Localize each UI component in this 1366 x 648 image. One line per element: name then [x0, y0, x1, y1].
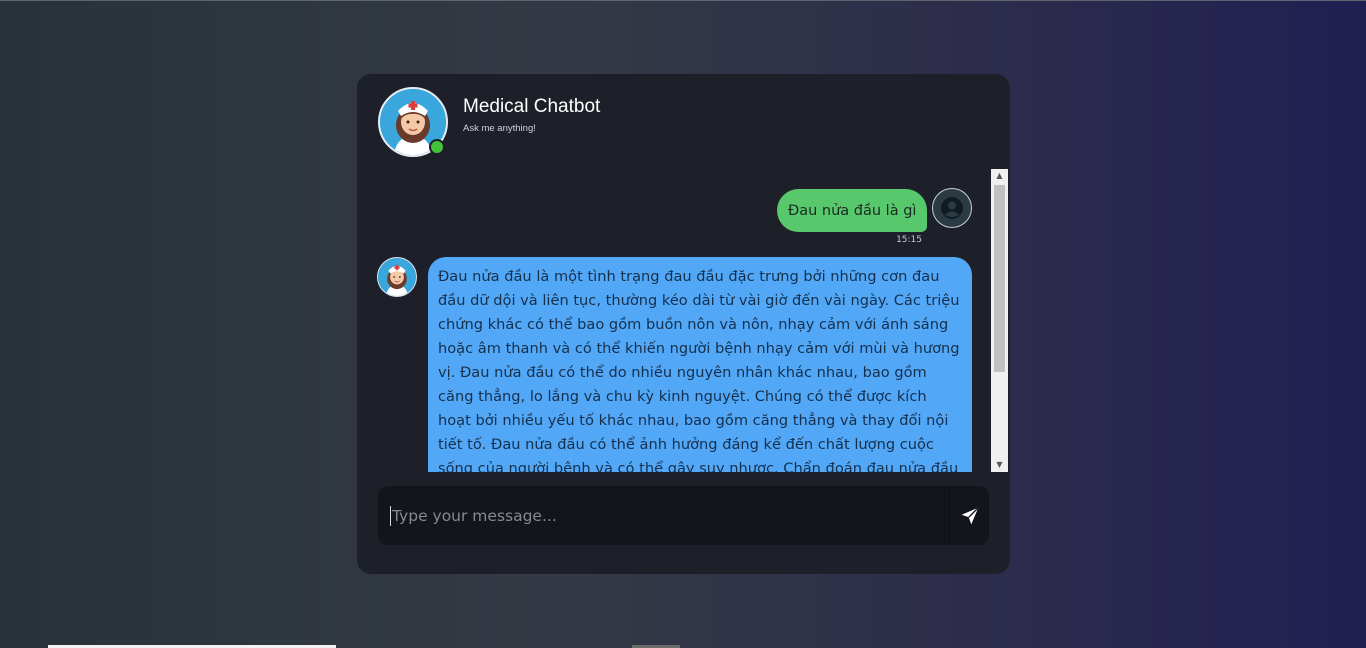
chat-subtitle: Ask me anything! — [463, 123, 536, 134]
user-icon — [941, 197, 963, 219]
chat-title: Medical Chatbot — [463, 96, 601, 117]
message-composer — [378, 486, 989, 545]
send-icon — [961, 506, 979, 524]
nurse-avatar-icon — [378, 258, 416, 296]
send-button[interactable] — [949, 486, 989, 545]
message-scrollbar[interactable]: ▲ ▼ — [991, 169, 1008, 472]
scroll-up-arrow-icon[interactable]: ▲ — [991, 169, 1008, 183]
message-list[interactable]: Đau nửa đầu là gì 15:15 Đau nửa đầu là m… — [357, 169, 991, 472]
message-timestamp: 15:15 — [896, 235, 922, 245]
text-caret — [390, 506, 391, 526]
window-top-border — [0, 0, 1366, 1]
message-input[interactable] — [388, 486, 943, 545]
user-message-bubble: Đau nửa đầu là gì — [777, 189, 928, 232]
scroll-down-arrow-icon[interactable]: ▼ — [991, 458, 1008, 472]
bot-avatar-large — [378, 87, 448, 157]
online-status-dot — [429, 139, 445, 155]
user-avatar — [932, 188, 972, 228]
scrollbar-thumb[interactable] — [994, 185, 1005, 372]
chat-window: Medical Chatbot Ask me anything! Đau nửa… — [357, 74, 1010, 574]
bot-avatar-small — [377, 257, 417, 297]
bot-message-bubble: Đau nửa đầu là một tình trạng đau đầu đặ… — [428, 257, 972, 472]
